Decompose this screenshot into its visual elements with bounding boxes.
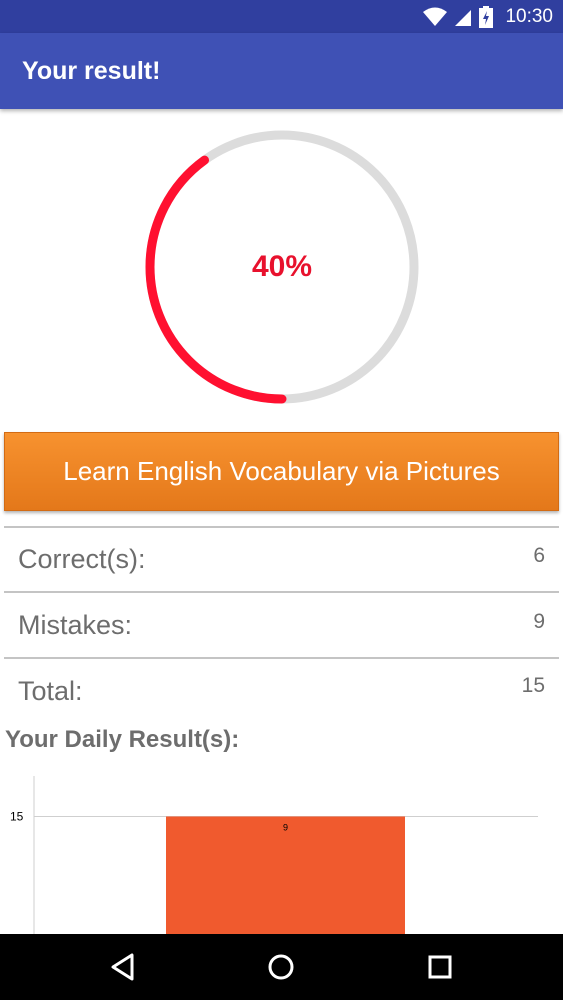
chart-y-tick-label: 15 [10,809,24,823]
total-label: Total: [18,676,83,706]
recents-icon[interactable] [423,950,457,984]
correct-label: Correct(s): [18,544,146,574]
wifi-icon [423,7,448,26]
battery-icon [479,5,494,28]
app-bar: Your result! [0,33,563,109]
divider [4,526,559,528]
score-progress-ring: 40% [143,128,421,406]
page-title: Your result! [22,57,161,85]
navigation-bar [0,934,563,1000]
chart-bar-label: 9 [283,822,288,832]
status-bar: 10:30 [0,0,563,33]
divider [4,591,559,593]
status-time: 10:30 [505,5,553,27]
mistakes-value: 9 [533,610,545,633]
score-percent: 40% [251,250,313,283]
total-value: 15 [521,674,545,697]
back-icon[interactable] [106,950,140,984]
correct-value: 6 [533,544,545,567]
daily-results-chart: 15 9 [10,776,538,934]
home-icon[interactable] [264,950,298,984]
signal-icon [455,9,472,26]
daily-results-title: Your Daily Result(s): [5,726,240,753]
mistakes-label: Mistakes: [18,610,133,640]
chart-bar [166,816,405,934]
divider [4,657,559,659]
learn-vocabulary-button[interactable]: Learn English Vocabulary via Pictures [4,432,559,511]
